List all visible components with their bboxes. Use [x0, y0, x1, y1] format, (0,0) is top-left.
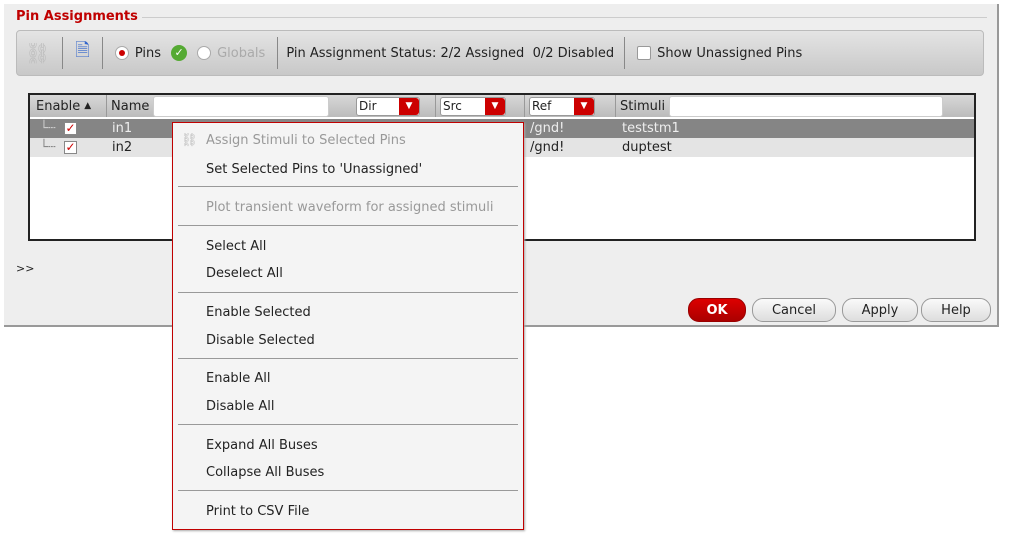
stimuli-column-header: Stimuli	[615, 95, 944, 117]
menu-item-collapse-buses[interactable]: Collapse All Buses	[206, 465, 324, 480]
help-button[interactable]: Help	[921, 298, 991, 322]
pin-stimuli: teststm1	[622, 121, 680, 136]
pins-radio[interactable]: Pins	[111, 46, 165, 61]
ref-label: Ref	[532, 99, 552, 113]
stimuli-header-label: Stimuli	[620, 98, 666, 114]
apply-button[interactable]: Apply	[842, 298, 918, 322]
menu-item-plot-transient[interactable]: Plot transient waveform for assigned sti…	[206, 200, 493, 215]
link-icon[interactable]: ⛓	[17, 41, 54, 65]
context-menu: ⛓ Assign Stimuli to Selected Pins Set Se…	[172, 122, 524, 530]
pin-ref: /gnd!	[530, 140, 565, 155]
status-text: Pin Assignment Status: 2/2 Assigned 0/2 …	[286, 45, 615, 61]
enable-checkbox[interactable]: ✓	[64, 141, 77, 154]
menu-item-assign-stimuli[interactable]: Assign Stimuli to Selected Pins	[206, 133, 406, 148]
ref-filter[interactable]: Ref ▼	[524, 95, 595, 117]
pin-stimuli: duptest	[622, 140, 672, 155]
cancel-button[interactable]: Cancel	[752, 298, 836, 322]
toolbar: ⛓ 🗎 Pins ✓ Globals Pin Assignment Status…	[16, 30, 984, 76]
menu-item-disable-all[interactable]: Disable All	[206, 399, 274, 414]
menu-item-print-csv[interactable]: Print to CSV File	[206, 504, 309, 519]
menu-item-deselect-all[interactable]: Deselect All	[206, 266, 283, 281]
group-divider	[16, 17, 987, 18]
menu-item-disable-selected[interactable]: Disable Selected	[206, 333, 315, 348]
enable-header-label: Enable	[36, 98, 81, 114]
dir-filter[interactable]: Dir ▼	[352, 95, 420, 117]
menu-item-enable-all[interactable]: Enable All	[206, 371, 271, 386]
pin-name: in1	[112, 121, 133, 136]
menu-item-expand-buses[interactable]: Expand All Buses	[206, 438, 318, 453]
enable-checkbox[interactable]: ✓	[64, 122, 77, 135]
src-filter[interactable]: Src ▼	[435, 95, 506, 117]
menu-item-select-all[interactable]: Select All	[206, 239, 266, 254]
import-icon[interactable]: 🗎	[71, 38, 93, 68]
group-title: Pin Assignments	[16, 9, 142, 24]
stimuli-filter-input[interactable]	[669, 95, 944, 117]
menu-item-enable-selected[interactable]: Enable Selected	[206, 305, 311, 320]
src-label: Src	[443, 99, 462, 113]
pin-name: in2	[112, 140, 133, 155]
name-filter-input[interactable]	[153, 95, 330, 117]
chevron-down-icon: ▼	[574, 97, 594, 115]
expand-toggle[interactable]: >>	[16, 262, 34, 275]
chevron-down-icon: ▼	[399, 97, 419, 115]
pins-label: Pins	[134, 45, 162, 61]
table-header: Enable ▲ Name Dir ▼ Src ▼ Ref ▼ Stimuli	[30, 95, 974, 117]
name-header-label: Name	[111, 98, 150, 114]
show-unassigned-checkbox[interactable]: Show Unassigned Pins	[633, 46, 806, 61]
enable-column-header[interactable]: Enable ▲	[32, 95, 91, 117]
dir-label: Dir	[359, 99, 377, 113]
check-ok-icon: ✓	[171, 45, 188, 61]
menu-item-set-unassigned[interactable]: Set Selected Pins to 'Unassigned'	[206, 162, 422, 177]
globals-radio[interactable]: Globals	[193, 46, 269, 61]
name-column-header: Name	[106, 95, 330, 117]
assign-icon: ⛓	[181, 133, 198, 148]
pin-ref: /gnd!	[530, 121, 565, 136]
ok-button[interactable]: OK	[688, 298, 746, 322]
chevron-down-icon: ▼	[485, 97, 505, 115]
show-unassigned-label: Show Unassigned Pins	[657, 45, 803, 61]
globals-label: Globals	[217, 45, 266, 61]
